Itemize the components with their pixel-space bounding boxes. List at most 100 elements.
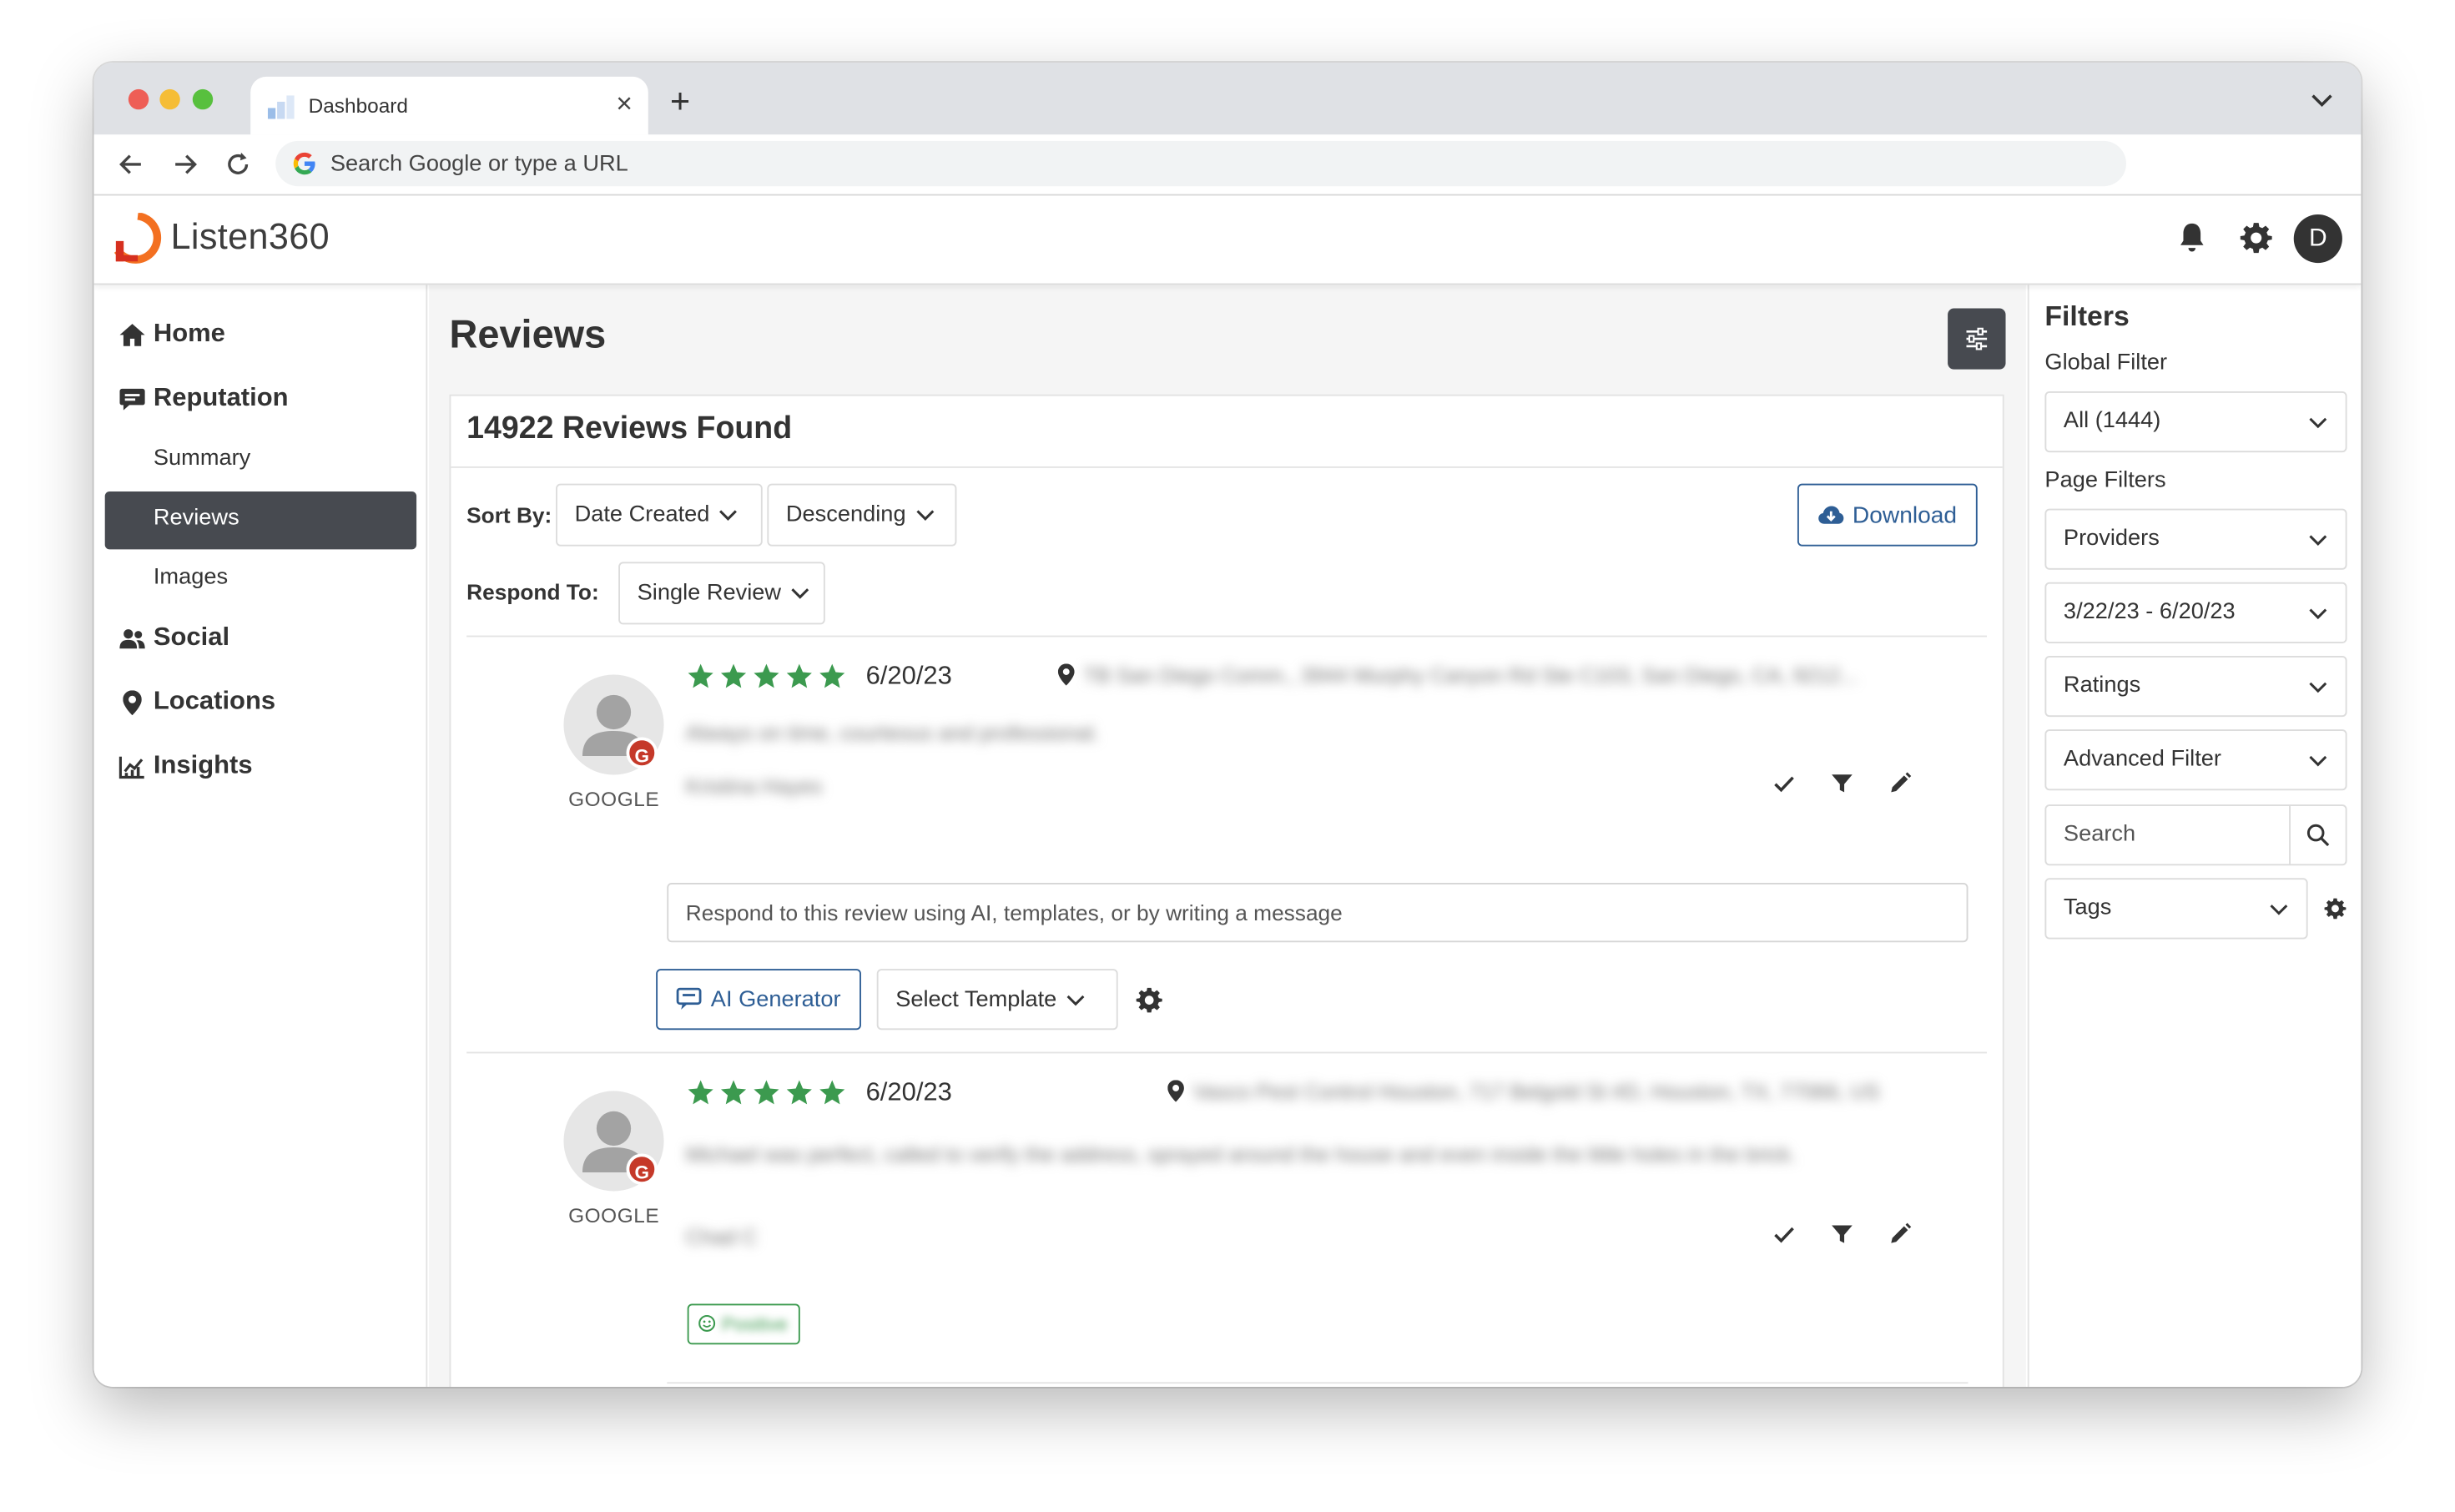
google-g-icon [293,152,315,175]
review-date: 6/20/23 [865,662,952,691]
sidebar-item-images[interactable]: Images [154,565,228,590]
star-icon [784,1078,814,1106]
download-button[interactable]: Download [1797,483,1978,547]
tags-filter-select[interactable]: Tags [2044,878,2308,940]
sentiment-tag[interactable]: Positive [687,1303,800,1345]
listen360-logo-icon [113,213,162,264]
star-icon [784,662,814,690]
filters-title: Filters [2044,300,2130,332]
sidebar-item-locations[interactable]: Locations [119,687,276,717]
chevron-down-icon [2269,903,2289,915]
respond-to-label: Respond To: [466,579,599,605]
date-range-value: 3/22/23 - 6/20/23 [2063,599,2236,625]
app-header: Listen360 D [93,195,2362,285]
sentiment-tag-label: Positive [721,1313,788,1336]
chevron-down-icon [2308,607,2328,620]
review-author: Kristina Hayes [685,774,823,799]
reload-icon[interactable] [222,149,254,180]
cloud-download-icon [1818,506,1844,524]
edit-pencil-icon[interactable] [1888,1222,1912,1246]
sort-order-select[interactable]: Descending [767,483,957,547]
bell-icon[interactable] [2175,220,2209,255]
mark-complete-check-icon[interactable] [1772,1222,1796,1246]
search-icon [2306,824,2330,847]
template-settings-gear-icon[interactable] [1135,986,1163,1015]
chevron-down-icon [719,509,739,522]
review-provider: GOOGLE [568,1203,660,1227]
chevron-down-icon [2308,416,2328,429]
star-icon [718,1078,749,1106]
user-avatar[interactable]: D [2293,214,2342,264]
filter-search-field[interactable]: Search [2044,804,2347,866]
sidebar-item-summary[interactable]: Summary [154,446,250,471]
tab-search-chevron-icon[interactable] [2311,89,2332,111]
ratings-filter-value: Ratings [2063,673,2141,698]
sidebar-item-social[interactable]: Social [119,623,229,653]
reviews-count-title: 14922 Reviews Found [466,411,793,446]
star-icon [752,1078,782,1106]
back-arrow-icon[interactable] [116,149,148,180]
star-icon [817,662,847,690]
sidebar-item-label: Insights [153,751,253,780]
sliders-icon [1966,327,1988,350]
comment-icon [119,387,145,410]
star-icon [752,662,782,690]
browser-tab-bar: Dashboard × + [93,63,2362,135]
review-text: Michael was perfect, called to verify th… [685,1142,1797,1167]
providers-filter-value: Providers [2063,526,2160,552]
global-filter-select[interactable]: All (1444) [2044,391,2347,453]
sidebar-item-label: Social [153,622,230,652]
map-pin-icon [119,689,146,714]
sidebar-nav: Home Reputation Summary Reviews Images S… [93,285,428,1387]
sidebar-item-home[interactable]: Home [119,320,225,350]
date-range-filter-select[interactable]: 3/22/23 - 6/20/23 [2044,582,2347,643]
google-badge-icon: G [626,737,658,769]
tags-settings-gear-icon[interactable] [2323,897,2347,920]
edit-pencil-icon[interactable] [1888,772,1912,795]
forward-arrow-icon[interactable] [169,149,201,180]
sidebar-item-reviews-label[interactable]: Reviews [154,506,239,531]
close-window-button[interactable] [128,88,149,110]
display-settings-button[interactable] [1948,308,2006,370]
download-label: Download [1852,501,1958,529]
minimize-window-button[interactable] [159,88,180,110]
mark-complete-check-icon[interactable] [1772,772,1796,795]
browser-toolbar: Search Google or type a URL [93,134,2362,196]
ai-chat-icon [676,987,702,1010]
sidebar-item-reviews[interactable] [104,491,417,550]
ratings-filter-select[interactable]: Ratings [2044,655,2347,718]
address-bar[interactable]: Search Google or type a URL [275,140,2126,187]
advanced-filter-select[interactable]: Advanced Filter [2044,729,2347,791]
chart-icon [118,755,144,779]
filter-funnel-icon[interactable] [1830,772,1853,795]
providers-filter-select[interactable]: Providers [2044,508,2347,570]
new-tab-icon[interactable]: + [670,82,690,123]
google-badge-icon: G [626,1153,658,1185]
browser-tab-dashboard[interactable]: Dashboard × [250,76,648,135]
sidebar-item-label: Reputation [153,383,289,412]
sort-order-value: Descending [785,502,906,528]
maximize-window-button[interactable] [192,88,214,110]
respond-mode-select[interactable]: Single Review [618,562,825,625]
filter-funnel-icon[interactable] [1830,1222,1853,1246]
sort-field-select[interactable]: Date Created [556,483,763,547]
review-response-input[interactable]: Respond to this review using AI, templat… [667,882,1969,943]
close-tab-icon[interactable]: × [616,88,633,120]
sidebar-item-reputation[interactable]: Reputation [119,384,289,414]
search-button[interactable] [2289,806,2346,864]
page-title: Reviews [449,313,607,357]
tab-title: Dashboard [308,93,408,118]
browser-window: Dashboard × + Search Google or type a UR… [93,63,2362,1387]
select-template-dropdown[interactable]: Select Template [876,969,1118,1031]
reviews-card: 14922 Reviews Found Sort By: Date Create… [449,394,2004,1387]
review-location: TB San Diego Comm., 3944 Murphy Canyon R… [1083,663,1858,688]
sort-field-value: Date Created [574,502,710,528]
settings-gear-icon[interactable] [2239,220,2273,255]
chevron-down-icon [2308,681,2328,693]
sidebar-item-label: Locations [153,687,276,716]
sidebar-item-insights[interactable]: Insights [118,751,253,781]
star-icon [817,1078,847,1106]
home-icon [119,323,145,345]
app-logo-text[interactable]: Listen360 [171,216,330,259]
ai-generator-button[interactable]: AI Generator [656,969,861,1031]
